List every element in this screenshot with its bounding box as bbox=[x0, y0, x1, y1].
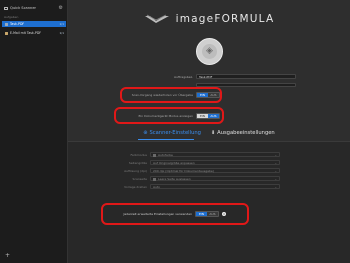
sidebar-item-badge: 1/1 bbox=[59, 31, 64, 35]
setting-value: Leere Seite auslassen bbox=[158, 177, 191, 181]
chevron-down-icon: ⌄ bbox=[274, 177, 277, 181]
advanced-settings-row: Jederzeit erweiterte Einstellungen verwe… bbox=[123, 210, 226, 217]
setting-row: Auflösung (dpi) 200 dpi (Optimal für Dok… bbox=[124, 168, 280, 173]
sidebar-item-badge: 1/1 bbox=[59, 22, 64, 26]
document-icon bbox=[5, 22, 8, 26]
chevron-down-icon: ⌄ bbox=[274, 169, 277, 173]
gear-icon[interactable]: ⚙ bbox=[59, 5, 63, 11]
logo-text: imageFORMULA bbox=[175, 13, 275, 25]
setting-select[interactable]: Autofarbe ⌄ bbox=[150, 152, 280, 157]
tab-output-settings[interactable]: ⬇ Ausgabeeinstellungen bbox=[211, 130, 275, 136]
document-mode-label: Ein Dokumentgerät Modus anzeigen bbox=[138, 113, 193, 118]
document-mode-toggle[interactable]: EIN AUS bbox=[196, 112, 220, 119]
scanner-settings-icon: ⊕ bbox=[143, 130, 148, 136]
sidebar-header: Quick Scanner ⚙ bbox=[4, 5, 64, 11]
setting-label: Farbmodus bbox=[130, 152, 147, 157]
toggle-on[interactable]: EIN bbox=[197, 92, 208, 97]
toggle-on[interactable]: EIN bbox=[196, 211, 207, 216]
main-panel: imageFORMULA ◈ Auftragsbez. Task-PDF Sca… bbox=[68, 0, 350, 263]
advanced-settings-toggle[interactable]: EIN AUS bbox=[195, 210, 219, 217]
repeat-scan-row: Scan-Vorgang wiederholen vor Übergabe EI… bbox=[132, 91, 220, 98]
toggle-off[interactable]: AUS bbox=[208, 92, 219, 97]
scanner-settings-panel: Farbmodus Autofarbe ⌄ Seitengröße Auf Ori… bbox=[68, 141, 350, 263]
document-mode-row: Ein Dokumentgerät Modus anzeigen EIN AUS bbox=[139, 112, 220, 119]
setting-label: Vorlage drehen bbox=[124, 184, 147, 189]
setting-value: Auf Originalgröße anpassen bbox=[153, 161, 195, 165]
setting-row: Seitengröße Auf Originalgröße anpassen ⌄ bbox=[129, 160, 280, 165]
sidebar-item-label: E-Mail mit Task-PDF bbox=[10, 31, 42, 35]
start-scan-button[interactable]: ◈ bbox=[196, 38, 223, 65]
toggle-off[interactable]: AUS bbox=[208, 113, 219, 118]
toggle-off[interactable]: AUS bbox=[207, 211, 218, 216]
sidebar-item-email-task-pdf[interactable]: E-Mail mit Task-PDF 1/1 bbox=[2, 30, 66, 36]
page-side-icon bbox=[153, 177, 156, 181]
chevron-down-icon: ⌄ bbox=[274, 153, 277, 157]
setting-select[interactable]: Leere Seite auslassen ⌄ bbox=[150, 176, 280, 181]
active-tab-underline bbox=[138, 139, 194, 140]
advanced-settings-label: Jederzeit erweiterte Einstellungen verwe… bbox=[123, 211, 192, 216]
task-name-field[interactable]: Task-PDF bbox=[196, 74, 296, 79]
task-name-label: Auftragsbez. bbox=[174, 74, 193, 79]
setting-row: Vorlage drehen Auto ⌄ bbox=[124, 184, 280, 189]
setting-label: Seitengröße bbox=[128, 160, 147, 165]
toggle-on[interactable]: EIN bbox=[197, 113, 208, 118]
repeat-scan-toggle[interactable]: EIN AUS bbox=[196, 91, 220, 98]
add-task-button[interactable]: + bbox=[5, 253, 10, 259]
diamond-start-icon: ◈ bbox=[202, 44, 217, 59]
task-name-row: Auftragsbez. Task-PDF bbox=[174, 74, 296, 79]
canon-wave-icon bbox=[144, 14, 169, 23]
setting-value: Auto bbox=[153, 185, 160, 189]
setting-row: Farbmodus Autofarbe ⌄ bbox=[130, 152, 280, 157]
settings-tabs: ⊕ Scanner-Einstellung ⬇ Ausgabeeinstellu… bbox=[68, 128, 350, 138]
divider bbox=[68, 141, 350, 142]
chevron-down-icon: ⌄ bbox=[274, 185, 277, 189]
app-window: Quick Scanner ⚙ Aufgaben Task-PDF 1/1 E-… bbox=[0, 0, 350, 263]
sidebar-title: Quick Scanner bbox=[10, 6, 37, 10]
scanner-icon bbox=[4, 6, 8, 10]
color-mode-icon bbox=[153, 153, 156, 157]
brand-logo: imageFORMULA bbox=[68, 10, 350, 28]
setting-value: 200 dpi (Optimal für Dokumentausgabe) bbox=[153, 169, 214, 173]
sidebar-item-task-pdf[interactable]: Task-PDF 1/1 bbox=[2, 21, 66, 27]
chevron-down-icon: ⌄ bbox=[274, 161, 277, 165]
output-settings-icon: ⬇ bbox=[210, 130, 216, 136]
info-icon[interactable]: i bbox=[222, 211, 226, 216]
tab-label: Scanner-Einstellung bbox=[149, 130, 201, 136]
setting-select[interactable]: Auf Originalgröße anpassen ⌄ bbox=[150, 160, 280, 165]
setting-row: Scanseite Leere Seite auslassen ⌄ bbox=[132, 176, 280, 181]
tab-scanner-settings[interactable]: ⊕ Scanner-Einstellung bbox=[143, 130, 201, 136]
sidebar-section-label: Aufgaben bbox=[4, 15, 19, 19]
setting-select[interactable]: Auto ⌄ bbox=[150, 184, 280, 189]
sidebar-item-label: Task-PDF bbox=[10, 22, 25, 26]
tab-label: Ausgabeeinstellungen bbox=[217, 130, 275, 136]
task-sub-field[interactable] bbox=[196, 82, 296, 87]
setting-label: Scanseite bbox=[132, 176, 147, 181]
setting-select[interactable]: 200 dpi (Optimal für Dokumentausgabe) ⌄ bbox=[150, 168, 280, 173]
setting-value: Autofarbe bbox=[158, 153, 173, 157]
mail-icon bbox=[5, 31, 8, 35]
setting-label: Auflösung (dpi) bbox=[124, 168, 147, 173]
repeat-scan-label: Scan-Vorgang wiederholen vor Übergabe bbox=[131, 92, 193, 97]
sidebar: Quick Scanner ⚙ Aufgaben Task-PDF 1/1 E-… bbox=[0, 0, 68, 263]
